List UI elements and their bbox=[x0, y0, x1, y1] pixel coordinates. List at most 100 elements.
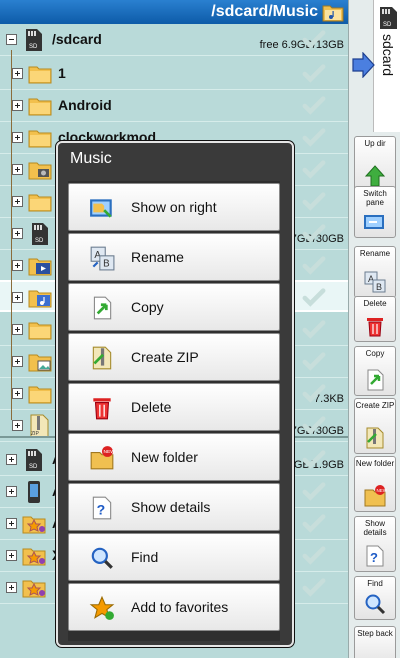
expand-toggle[interactable] bbox=[12, 100, 23, 111]
path-current-folder: Music bbox=[272, 3, 318, 20]
check-icon[interactable] bbox=[302, 545, 326, 567]
trash-icon bbox=[93, 398, 111, 420]
step-back-label: Step back bbox=[357, 629, 393, 638]
check-icon[interactable] bbox=[302, 577, 326, 599]
camera-folder-icon bbox=[28, 162, 52, 180]
check-icon[interactable] bbox=[302, 415, 326, 437]
tree-guide-line bbox=[11, 50, 12, 420]
check-icon[interactable] bbox=[302, 449, 326, 471]
check-icon[interactable] bbox=[302, 287, 326, 309]
copy-button[interactable]: Copy bbox=[354, 346, 396, 396]
menu-item-delete[interactable]: Delete bbox=[68, 383, 280, 431]
expand-toggle[interactable] bbox=[6, 454, 17, 465]
delete-button[interactable]: Delete bbox=[354, 296, 396, 342]
copy-icon bbox=[367, 369, 384, 391]
dialog-title: Music bbox=[70, 150, 112, 167]
svg-text:B: B bbox=[103, 259, 110, 270]
expand-toggle[interactable] bbox=[12, 196, 23, 207]
folder-icon bbox=[28, 194, 52, 212]
file-row[interactable]: 1 bbox=[0, 58, 348, 90]
copy-icon bbox=[93, 296, 112, 320]
file-row[interactable]: Android bbox=[0, 90, 348, 122]
svg-text:?: ? bbox=[97, 502, 106, 518]
file-name: /sdcard bbox=[52, 31, 102, 47]
zip-icon bbox=[366, 427, 384, 449]
menu-item-copy[interactable]: Copy bbox=[68, 283, 280, 331]
new-folder-button[interactable]: New folder NEW bbox=[354, 456, 396, 512]
expand-toggle[interactable] bbox=[12, 324, 23, 335]
check-icon[interactable] bbox=[302, 481, 326, 503]
menu-item-add-to-favorites[interactable]: Add to favorites bbox=[68, 583, 280, 631]
find-button[interactable]: Find bbox=[354, 576, 396, 620]
music-folder-icon bbox=[28, 290, 52, 308]
check-icon[interactable] bbox=[302, 223, 326, 245]
menu-item-label: Copy bbox=[131, 299, 164, 315]
menu-item-show-details[interactable]: ? Show details bbox=[68, 483, 280, 531]
check-icon[interactable] bbox=[302, 383, 326, 405]
check-icon[interactable] bbox=[302, 127, 326, 149]
svg-text:SD: SD bbox=[29, 464, 38, 470]
check-icon[interactable] bbox=[302, 255, 326, 277]
check-icon[interactable] bbox=[302, 159, 326, 181]
show-details-button[interactable]: Show details ? bbox=[354, 516, 396, 572]
up-dir-label: Up dir bbox=[364, 139, 386, 148]
check-icon[interactable] bbox=[302, 513, 326, 535]
expand-toggle[interactable] bbox=[12, 164, 23, 175]
copy-label: Copy bbox=[365, 349, 385, 358]
check-icon[interactable] bbox=[302, 95, 326, 117]
svg-text:SD: SD bbox=[29, 44, 38, 50]
sdcard-icon: SD bbox=[26, 29, 42, 51]
menu-item-new-folder[interactable]: NEW New folder bbox=[68, 433, 280, 481]
expand-toggle[interactable] bbox=[6, 518, 17, 529]
up-dir-button[interactable]: Up dir bbox=[354, 136, 396, 192]
check-icon[interactable] bbox=[302, 63, 326, 85]
folder-icon bbox=[28, 98, 52, 116]
create-zip-label: Create ZIP bbox=[355, 401, 395, 410]
expand-toggle[interactable] bbox=[6, 582, 17, 593]
expand-toggle[interactable] bbox=[12, 356, 23, 367]
check-icon[interactable] bbox=[302, 29, 326, 51]
switch-pane-button[interactable]: Switch pane bbox=[354, 186, 396, 238]
expand-toggle[interactable] bbox=[12, 132, 23, 143]
menu-item-label: Find bbox=[131, 549, 159, 565]
expand-toggle[interactable] bbox=[12, 388, 23, 399]
svg-text:NEW: NEW bbox=[377, 488, 388, 493]
switch-pane-icon bbox=[364, 215, 384, 229]
check-icon[interactable] bbox=[302, 191, 326, 213]
context-menu: Show on right A B Rename Copy Create ZIP Delet… bbox=[68, 181, 280, 641]
show-on-right-icon bbox=[90, 199, 112, 218]
expand-toggle[interactable] bbox=[12, 260, 23, 271]
menu-item-find[interactable]: Find bbox=[68, 533, 280, 581]
menu-item-show-on-right[interactable]: Show on right bbox=[68, 183, 280, 231]
expand-toggle[interactable] bbox=[12, 68, 23, 79]
expand-toggle[interactable] bbox=[12, 292, 23, 303]
star-icon bbox=[89, 595, 115, 620]
step-back-button[interactable]: Step back bbox=[354, 626, 396, 658]
expand-toggle[interactable] bbox=[6, 550, 17, 561]
sdcard-icon: SD bbox=[380, 7, 397, 29]
favorites-folder-icon bbox=[22, 580, 46, 598]
menu-item-rename[interactable]: A B Rename bbox=[68, 233, 280, 281]
svg-text:NEW: NEW bbox=[104, 449, 115, 455]
folder-icon bbox=[28, 322, 52, 340]
picture-folder-icon bbox=[28, 354, 52, 372]
file-name: 1 bbox=[58, 65, 66, 81]
file-row[interactable]: SD/sdcard free 6.9GB/13GB bbox=[0, 24, 348, 56]
zip-file-icon: ZIP bbox=[30, 414, 49, 438]
menu-item-label: New folder bbox=[131, 449, 198, 465]
expand-toggle[interactable] bbox=[6, 486, 17, 497]
find-label: Find bbox=[367, 579, 383, 588]
sdcard-tab[interactable]: SD sdcard bbox=[373, 0, 400, 132]
check-icon[interactable] bbox=[302, 351, 326, 373]
svg-text:SD: SD bbox=[35, 238, 44, 244]
expand-toggle[interactable] bbox=[12, 420, 23, 431]
rename-button[interactable]: Rename AB bbox=[354, 246, 396, 298]
menu-item-create-zip[interactable]: Create ZIP bbox=[68, 333, 280, 381]
folder-icon bbox=[28, 386, 52, 404]
create-zip-button[interactable]: Create ZIP bbox=[354, 398, 396, 454]
check-icon[interactable] bbox=[302, 319, 326, 341]
context-menu-dialog: Music Show on right A B Rename Copy Create ZI… bbox=[56, 141, 294, 647]
menu-item-label: Create ZIP bbox=[131, 349, 199, 365]
collapse-toggle[interactable] bbox=[6, 34, 17, 45]
expand-toggle[interactable] bbox=[12, 228, 23, 239]
